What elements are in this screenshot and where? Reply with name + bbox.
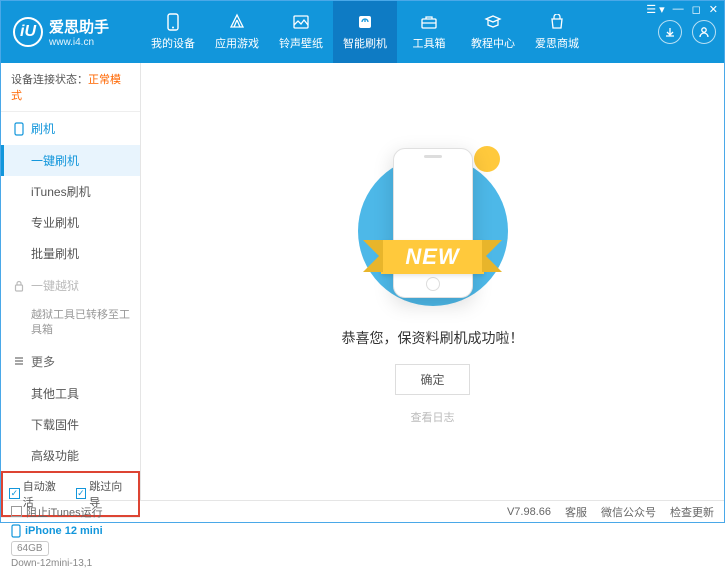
- sidebar-item-pro[interactable]: 专业刷机: [1, 207, 140, 238]
- list-icon: [13, 355, 25, 367]
- nav-label: 工具箱: [413, 35, 446, 51]
- version-label: V7.98.66: [507, 506, 551, 518]
- nav-apps[interactable]: 应用游戏: [205, 1, 269, 63]
- nav-label: 应用游戏: [215, 35, 259, 51]
- nav-label: 教程中心: [471, 35, 515, 51]
- sun-icon: [474, 146, 500, 172]
- nav-label: 智能刷机: [343, 35, 387, 51]
- phone-small-icon: [13, 122, 25, 136]
- device-panel: iPhone 12 mini 64GB Down-12mini-13,1: [1, 517, 140, 575]
- checkbox-block-itunes[interactable]: 阻止iTunes运行: [11, 504, 103, 520]
- main-content: NEW 恭喜您，保资料刷机成功啦！ 确定 查看日志: [141, 63, 724, 500]
- toolbox-icon: [420, 13, 438, 31]
- minimize-icon[interactable]: —: [673, 3, 684, 16]
- apps-icon: [228, 13, 246, 31]
- nav-tutorials[interactable]: 教程中心: [461, 1, 525, 63]
- tutorial-icon: [484, 13, 502, 31]
- sidebar: 设备连接状态：正常模式 刷机 一键刷机 iTunes刷机 专业刷机 批量刷机 一…: [1, 63, 141, 500]
- nav-label: 我的设备: [151, 35, 195, 51]
- nav-label: 铃声壁纸: [279, 35, 323, 51]
- logo-area: iU 爱思助手 www.i4.cn: [1, 16, 141, 48]
- logo-icon: iU: [13, 17, 43, 47]
- sidebar-head-label: 更多: [31, 353, 55, 370]
- phone-illustration-icon: [393, 148, 473, 298]
- maximize-icon[interactable]: ◻: [692, 3, 701, 16]
- success-message: 恭喜您，保资料刷机成功啦！: [342, 328, 524, 348]
- sidebar-item-advanced[interactable]: 高级功能: [1, 440, 140, 471]
- sidebar-head-more[interactable]: 更多: [1, 345, 140, 378]
- nav-flash[interactable]: 智能刷机: [333, 1, 397, 63]
- success-illustration: NEW: [358, 138, 508, 308]
- sidebar-head-flash[interactable]: 刷机: [1, 112, 140, 145]
- jailbreak-note: 越狱工具已转移至工具箱: [1, 302, 140, 345]
- service-link[interactable]: 客服: [565, 504, 587, 520]
- update-link[interactable]: 检查更新: [670, 504, 714, 520]
- checkbox-label: 阻止iTunes运行: [26, 504, 103, 520]
- header: iU 爱思助手 www.i4.cn 我的设备 应用游戏 铃声壁纸 智能刷机 工具…: [1, 1, 724, 63]
- sidebar-item-firmware[interactable]: 下载固件: [1, 409, 140, 440]
- nav-toolbox[interactable]: 工具箱: [397, 1, 461, 63]
- device-model: Down-12mini-13,1: [11, 558, 130, 569]
- nav-store[interactable]: 爱思商城: [525, 1, 589, 63]
- menu-icon[interactable]: ☰ ▾: [646, 3, 664, 16]
- sidebar-item-oneclick[interactable]: 一键刷机: [1, 145, 140, 176]
- account-button[interactable]: [692, 20, 716, 44]
- phone-icon: [164, 13, 182, 31]
- view-log-link[interactable]: 查看日志: [411, 409, 455, 425]
- app-subtitle: www.i4.cn: [49, 37, 109, 48]
- wallpaper-icon: [292, 13, 310, 31]
- nav-ringtones[interactable]: 铃声壁纸: [269, 1, 333, 63]
- app-title: 爱思助手: [49, 16, 109, 37]
- window-controls: ☰ ▾ — ◻ ✕: [646, 3, 718, 16]
- status-label: 设备连接状态：: [11, 74, 88, 86]
- lock-icon: [13, 280, 25, 292]
- device-icon: [11, 524, 21, 538]
- header-right: [658, 20, 724, 44]
- new-ribbon: NEW: [381, 240, 483, 274]
- storage-badge: 64GB: [11, 541, 49, 556]
- sidebar-head-label: 刷机: [31, 120, 55, 137]
- nav-label: 爱思商城: [535, 35, 579, 51]
- sidebar-item-other[interactable]: 其他工具: [1, 378, 140, 409]
- wechat-link[interactable]: 微信公众号: [601, 504, 656, 520]
- flash-icon: [356, 13, 374, 31]
- sidebar-head-jailbreak[interactable]: 一键越狱: [1, 269, 140, 302]
- connection-status: 设备连接状态：正常模式: [1, 63, 140, 112]
- sidebar-head-label: 一键越狱: [31, 277, 79, 294]
- nav-my-device[interactable]: 我的设备: [141, 1, 205, 63]
- close-icon[interactable]: ✕: [709, 3, 718, 16]
- sidebar-item-itunes[interactable]: iTunes刷机: [1, 176, 140, 207]
- device-name[interactable]: iPhone 12 mini: [11, 524, 130, 538]
- store-icon: [548, 13, 566, 31]
- download-button[interactable]: [658, 20, 682, 44]
- ok-button[interactable]: 确定: [395, 364, 469, 395]
- sidebar-item-batch[interactable]: 批量刷机: [1, 238, 140, 269]
- main-nav: 我的设备 应用游戏 铃声壁纸 智能刷机 工具箱 教程中心 爱思商城: [141, 1, 658, 63]
